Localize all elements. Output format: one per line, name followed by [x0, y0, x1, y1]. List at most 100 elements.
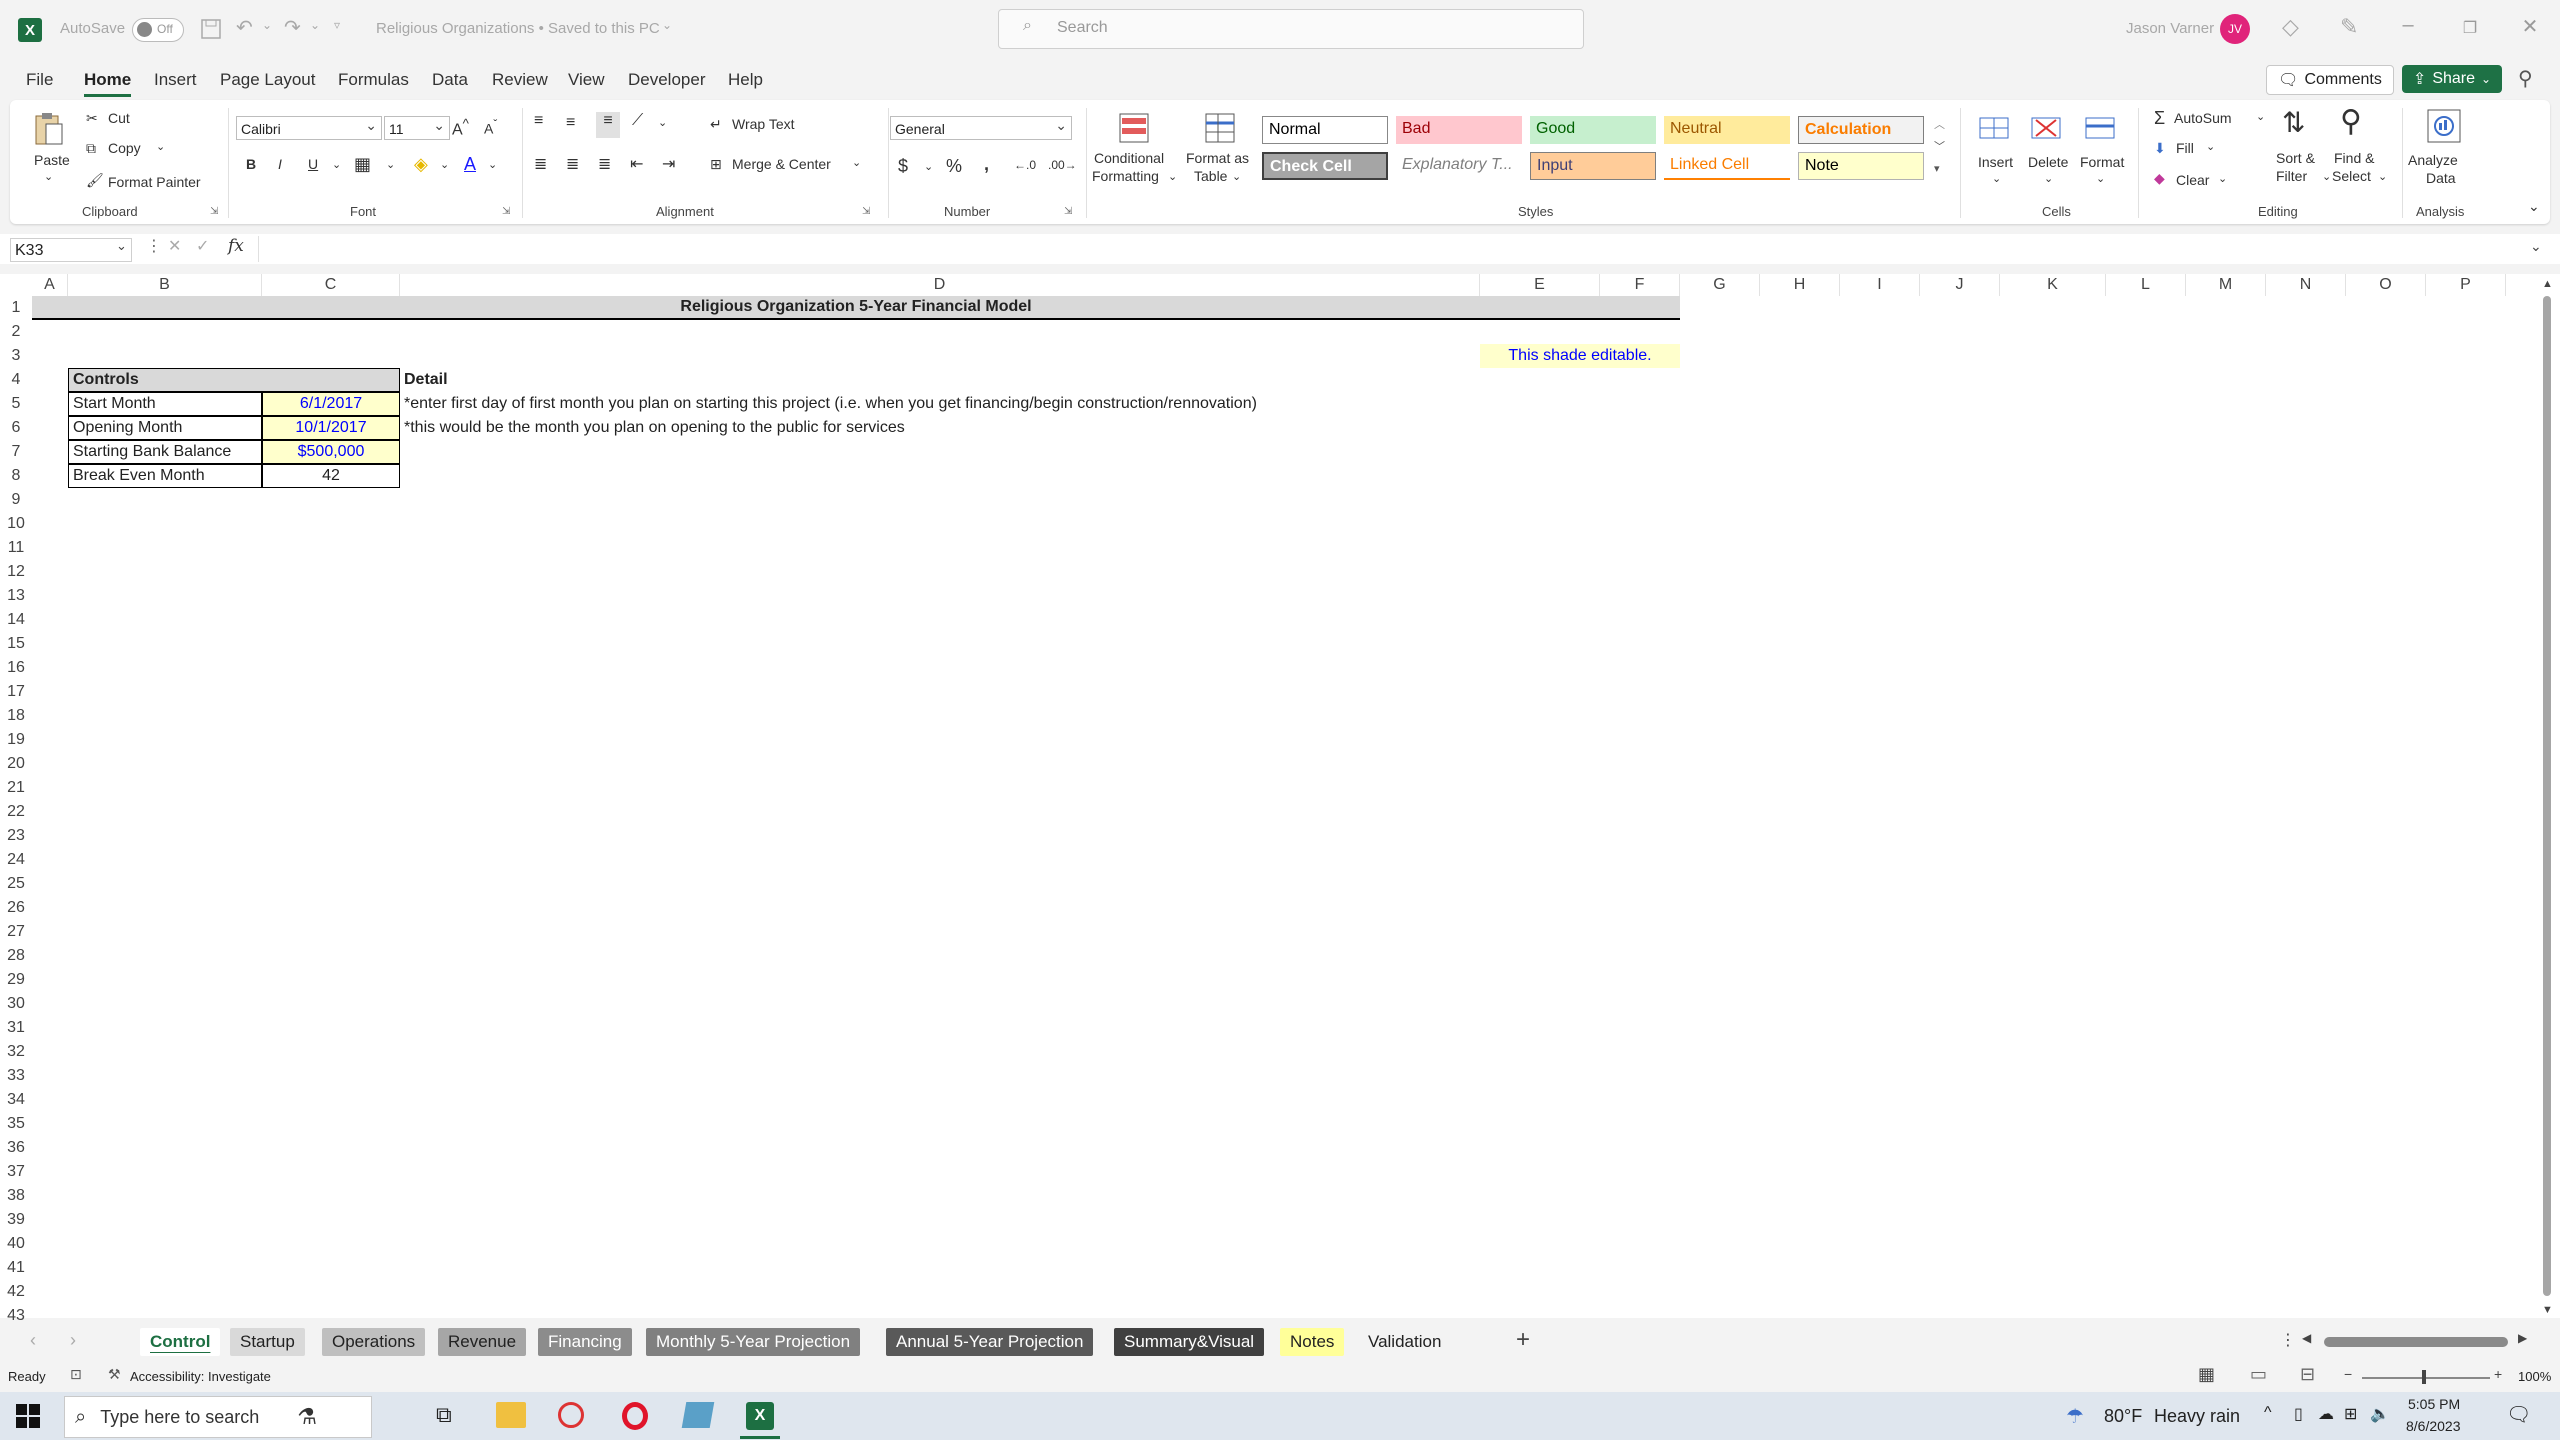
column-header-o[interactable]: O [2346, 274, 2426, 296]
decrease-decimal-icon[interactable]: .00→ [1048, 158, 1077, 172]
font-size-combo[interactable]: 11 [384, 113, 450, 140]
cut-label[interactable]: Cut [108, 110, 130, 126]
sort-filter-label[interactable]: Sort & [2276, 150, 2315, 166]
gallery-scroll-down-icon[interactable]: ﹀ [1934, 138, 1945, 154]
redo-icon[interactable]: ↷ [284, 15, 301, 40]
tab-view[interactable]: View [568, 70, 605, 90]
row-header[interactable]: 28 [0, 944, 32, 968]
sheet-tab-annual-projection[interactable]: Annual 5-Year Projection [886, 1328, 1094, 1356]
sheet-tab-monthly-projection[interactable]: Monthly 5-Year Projection [646, 1328, 861, 1356]
close-icon[interactable]: ✕ [2510, 14, 2550, 44]
copy-dropdown-icon[interactable]: ⌄ [156, 140, 165, 153]
conditional-formatting-label[interactable]: Conditional [1094, 150, 1164, 166]
insert-cells-icon[interactable] [1976, 110, 2012, 146]
column-header-m[interactable]: M [2186, 274, 2266, 296]
style-good[interactable]: Good [1530, 116, 1656, 144]
underline-button[interactable]: U [308, 156, 318, 172]
conditional-formatting-label-2[interactable]: Formatting [1092, 168, 1159, 184]
tab-data[interactable]: Data [432, 70, 468, 90]
tab-developer[interactable]: Developer [628, 70, 706, 90]
shrink-font-icon[interactable]: Aˇ [484, 118, 497, 137]
wrap-text-button[interactable]: Wrap Text [732, 116, 795, 132]
row-header[interactable]: 26 [0, 896, 32, 920]
format-dropdown-icon[interactable]: ⌄ [2096, 172, 2105, 185]
row-header[interactable]: 35 [0, 1112, 32, 1136]
row-header[interactable]: 3 [0, 344, 32, 368]
sheet-tab-notes[interactable]: Notes [1280, 1328, 1345, 1356]
insert-function-icon[interactable]: fx [228, 236, 244, 256]
sheet-tab-operations[interactable]: Operations [322, 1328, 426, 1356]
find-select-icon[interactable]: ⚲ [2340, 104, 2362, 139]
font-color-dropdown-icon[interactable]: ⌄ [488, 158, 497, 171]
weather-desc[interactable]: Heavy rain [2154, 1406, 2240, 1427]
italic-button[interactable]: I [278, 156, 282, 172]
document-title[interactable]: Religious Organizations • Saved to this … [376, 20, 660, 37]
row-header[interactable]: 33 [0, 1064, 32, 1088]
row-header[interactable]: 25 [0, 872, 32, 896]
sort-filter-label-2[interactable]: Filter [2276, 168, 2307, 184]
tab-home[interactable]: Home [84, 70, 132, 97]
align-bottom-icon[interactable]: ≡ [596, 112, 620, 138]
control-label-opening-month[interactable]: Opening Month [68, 416, 262, 440]
row-header[interactable]: 18 [0, 704, 32, 728]
column-header-f[interactable]: F [1600, 274, 1680, 296]
column-header-c[interactable]: C [262, 274, 400, 296]
undo-icon[interactable]: ↶ [236, 15, 253, 40]
page-layout-view-icon[interactable]: ▭ [2250, 1364, 2267, 1385]
tab-review[interactable]: Review [492, 70, 548, 90]
tab-help[interactable]: Help [728, 70, 763, 90]
clipboard-launcher-icon[interactable]: ⇲ [210, 206, 218, 217]
redo-dropdown-icon[interactable]: ⌄ [310, 18, 320, 32]
increase-decimal-icon[interactable]: ←.0 [1014, 158, 1036, 172]
column-header-l[interactable]: L [2106, 274, 2186, 296]
app-icon[interactable] [681, 1402, 715, 1428]
bold-button[interactable]: B [246, 156, 256, 172]
style-input[interactable]: Input [1530, 152, 1656, 180]
sheet-tab-revenue[interactable]: Revenue [438, 1328, 527, 1356]
detail-header[interactable]: Detail [404, 368, 448, 392]
detail-opening-month[interactable]: *this would be the month you plan on ope… [404, 416, 905, 440]
sheet-tab-summary-visual[interactable]: Summary&Visual [1114, 1328, 1265, 1356]
model-title[interactable]: Religious Organization 5-Year Financial … [32, 296, 1680, 320]
row-header[interactable]: 7 [0, 440, 32, 464]
zoom-in-icon[interactable]: + [2494, 1366, 2502, 1382]
autosum-button[interactable]: AutoSum [2174, 110, 2232, 126]
normal-view-icon[interactable]: ▦ [2198, 1364, 2215, 1385]
row-header[interactable]: 5 [0, 392, 32, 416]
row-header[interactable]: 37 [0, 1160, 32, 1184]
row-header[interactable]: 21 [0, 776, 32, 800]
sheet-tab-validation[interactable]: Validation [1358, 1328, 1452, 1356]
font-family-combo[interactable]: Calibri [236, 113, 382, 140]
number-launcher-icon[interactable]: ⇲ [1064, 206, 1072, 217]
clear-button[interactable]: Clear [2176, 172, 2209, 188]
style-bad[interactable]: Bad [1396, 116, 1522, 144]
gallery-scroll-up-icon[interactable]: ︿ [1934, 116, 1945, 132]
paste-icon[interactable] [30, 110, 66, 146]
row-header[interactable]: 41 [0, 1256, 32, 1280]
merge-dropdown-icon[interactable]: ⌄ [852, 156, 861, 169]
style-note[interactable]: Note [1798, 152, 1924, 180]
column-header-j[interactable]: J [1920, 274, 2000, 296]
zoom-slider-thumb[interactable] [2422, 1370, 2426, 1384]
share-button[interactable]: ⇪ Share ⌄ [2402, 65, 2502, 93]
column-header-i[interactable]: I [1840, 274, 1920, 296]
analyze-data-icon[interactable] [2424, 106, 2464, 146]
fill-dropdown-icon[interactable]: ⌄ [2206, 140, 2215, 153]
row-header[interactable]: 32 [0, 1040, 32, 1064]
insert-cells-label[interactable]: Insert [1978, 154, 2013, 170]
conditional-formatting-icon[interactable] [1116, 110, 1152, 146]
number-format-combo[interactable]: General [890, 113, 1072, 140]
percent-icon[interactable]: % [946, 156, 962, 177]
underline-dropdown-icon[interactable]: ⌄ [332, 158, 341, 171]
customize-qat-icon[interactable]: ▿ [334, 18, 340, 32]
row-header[interactable]: 13 [0, 584, 32, 608]
column-header-k[interactable]: K [2000, 274, 2106, 296]
align-right-icon[interactable]: ≣ [598, 154, 611, 174]
format-as-table-label-2[interactable]: Table [1194, 168, 1227, 184]
network-icon[interactable]: ⊞ [2344, 1404, 2357, 1424]
detail-start-month[interactable]: *enter first day of first month you plan… [404, 392, 1257, 416]
editable-shade-note[interactable]: This shade editable. [1480, 344, 1680, 368]
tab-page-layout[interactable]: Page Layout [220, 70, 315, 90]
taskbar-search[interactable]: ⌕ Type here to search ⚗ [64, 1396, 372, 1438]
row-header[interactable]: 19 [0, 728, 32, 752]
